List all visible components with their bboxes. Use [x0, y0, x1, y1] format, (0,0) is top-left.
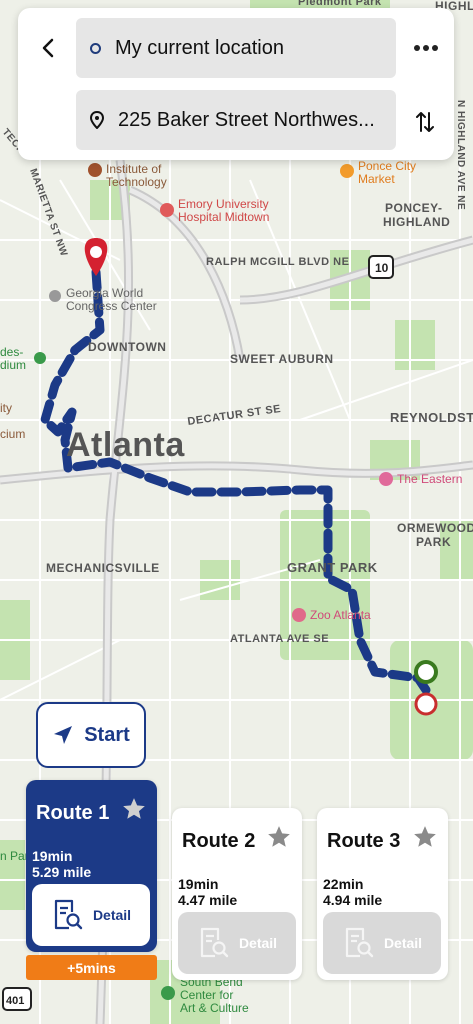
origin-dot-icon	[90, 42, 101, 54]
highway-shield-401: 401	[2, 987, 32, 1011]
svg-text:des-: des-	[0, 345, 23, 359]
star-icon[interactable]	[121, 796, 147, 822]
back-button[interactable]	[34, 28, 62, 68]
route-time: 19min	[178, 876, 219, 892]
chevron-left-icon	[42, 38, 54, 58]
map-label-poncey-highland: HIGHLAND	[383, 215, 450, 229]
svg-text:401: 401	[6, 995, 24, 1007]
map-label-atlanta-ave: ATLANTA AVE SE	[230, 633, 329, 645]
map-label-sweet-auburn: SWEET AUBURN	[230, 352, 334, 366]
document-search-icon	[54, 899, 83, 930]
svg-text:dium: dium	[0, 358, 26, 372]
location-pin-icon	[90, 111, 104, 129]
more-options-button[interactable]	[408, 30, 444, 66]
map-label-piedmont: Piedmont Park	[298, 0, 382, 8]
document-search-icon	[345, 927, 374, 958]
map-label-reynoldstown: REYNOLDSTOW	[390, 410, 473, 425]
poi-zoo: Zoo Atlanta	[292, 608, 371, 622]
route-search-panel: My current location 225 Baker Street Nor…	[18, 8, 454, 160]
poi-gwcc: Georgia World Congress Center	[49, 286, 157, 313]
svg-text:Technology: Technology	[106, 175, 167, 189]
map-city-label: Atlanta	[66, 426, 185, 464]
map-label-highland-ave: N HIGHLAND AVE NE	[455, 100, 466, 210]
svg-text:Center for: Center for	[180, 988, 233, 1002]
svg-text:Georgia World: Georgia World	[66, 286, 143, 300]
origin-text: My current location	[115, 36, 284, 59]
detail-label: Detail	[92, 907, 132, 923]
detail-label: Detail	[238, 935, 278, 951]
origin-field[interactable]: My current location	[76, 18, 396, 78]
svg-text:Institute of: Institute of	[106, 162, 162, 176]
svg-text:cium: cium	[0, 427, 25, 441]
detail-label: Detail	[383, 935, 423, 951]
map-label-ormewood-park: PARK	[416, 535, 451, 549]
svg-text:The Eastern: The Eastern	[397, 472, 462, 486]
svg-text:ity: ity	[0, 401, 12, 415]
route-time: 19min	[32, 848, 73, 864]
map-label-ralph-mcgill: RALPH MCGILL BLVD NE	[206, 256, 349, 268]
document-search-icon	[200, 927, 229, 958]
route-card-2[interactable]: Route 2 19min 4.47 mile Detail	[172, 808, 302, 980]
route-distance: 4.47 mile	[178, 892, 238, 908]
svg-text:Art & Culture: Art & Culture	[180, 1001, 249, 1015]
map-label-grant-park: GRANT PARK	[287, 560, 378, 575]
svg-text:Hospital Midtown: Hospital Midtown	[178, 210, 269, 224]
route-name: Route 3	[327, 830, 401, 852]
svg-text:Congress Center: Congress Center	[66, 299, 157, 313]
map-label-poncey: PONCEY-	[385, 201, 443, 215]
svg-text:Emory University: Emory University	[178, 197, 269, 211]
route-detail-button[interactable]: Detail	[32, 884, 150, 946]
map-label-downtown: DOWNTOWN	[88, 340, 166, 354]
swap-arrows-icon	[416, 112, 434, 132]
extra-time-badge: +5mins	[26, 955, 157, 980]
svg-text:Ponce City: Ponce City	[358, 159, 416, 173]
map-label-mechanicsville: MECHANICSVILLE	[46, 561, 160, 575]
destination-field[interactable]: 225 Baker Street Northwes...	[76, 90, 396, 150]
route-name: Route 1	[36, 802, 110, 824]
swap-route-button[interactable]	[410, 104, 440, 140]
destination-text: 225 Baker Street Northwes...	[118, 108, 375, 131]
route-name: Route 2	[182, 830, 256, 852]
start-navigation-button[interactable]: Start	[36, 702, 146, 768]
start-label: Start	[84, 723, 130, 746]
star-icon[interactable]	[266, 824, 292, 850]
route-detail-button[interactable]: Detail	[178, 912, 296, 974]
route-time: 22min	[323, 876, 364, 892]
route-distance: 4.94 mile	[323, 892, 383, 908]
star-icon[interactable]	[412, 824, 438, 850]
highway-shield-10: 10	[368, 255, 394, 279]
route-distance: 5.29 mile	[32, 864, 92, 880]
route-card-1[interactable]: Route 1 19min 5.29 mile Detail	[26, 780, 157, 952]
svg-text:Market: Market	[358, 172, 395, 186]
route-card-3[interactable]: Route 3 22min 4.94 mile Detail	[317, 808, 448, 980]
route-detail-button[interactable]: Detail	[323, 912, 441, 974]
svg-text:10: 10	[375, 261, 389, 275]
ellipsis-icon	[414, 45, 438, 51]
navigation-arrow-icon	[54, 726, 73, 744]
svg-text:Zoo Atlanta: Zoo Atlanta	[310, 608, 371, 622]
map-label-ormewood: ORMEWOOD	[397, 521, 473, 535]
